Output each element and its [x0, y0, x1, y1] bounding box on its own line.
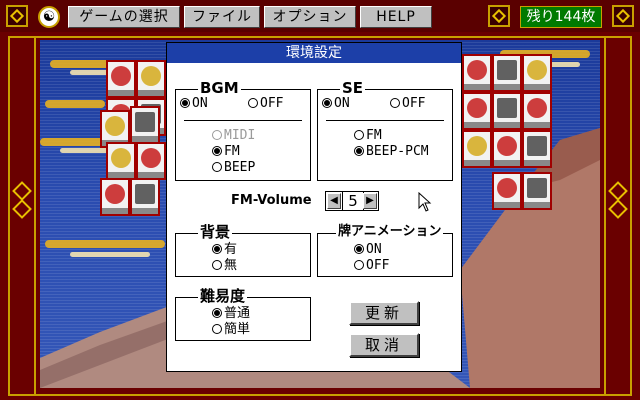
volume-decrease-button[interactable]: ◀ [327, 193, 341, 209]
se-beep-pcm-radio[interactable]: BEEP-PCM [354, 144, 429, 159]
frame-ornament-icon [608, 181, 628, 201]
tile-animation-off-radio[interactable]: OFF [354, 258, 389, 273]
hanafuda-tile[interactable] [462, 54, 492, 92]
se-off-radio[interactable]: OFF [390, 96, 425, 111]
mouse-cursor-icon [418, 192, 432, 212]
hanafuda-tile[interactable] [136, 60, 166, 98]
difficulty-label: 難易度 [198, 287, 248, 305]
background-label: 背景 [198, 223, 233, 241]
difficulty-normal-radio[interactable]: 普通 [212, 306, 250, 321]
hanafuda-tile[interactable] [522, 92, 552, 130]
hanafuda-tile[interactable] [462, 130, 492, 168]
frame-ornament-icon [12, 181, 32, 201]
cancel-button[interactable]: 取消 [349, 333, 419, 357]
menu-file[interactable]: ファイル [184, 6, 260, 28]
hanafuda-tile[interactable] [130, 106, 160, 144]
update-button[interactable]: 更新 [349, 301, 419, 325]
menu-bar: ☯ ゲームの選択 ファイル オプション HELP 残り144枚 [0, 0, 640, 32]
bgm-group: BGM ON OFF MIDI FM BEEP [175, 79, 311, 181]
menubar-ornament-icon [488, 5, 510, 27]
volume-increase-button[interactable]: ▶ [363, 193, 377, 209]
bgm-on-radio[interactable]: ON [180, 96, 208, 111]
frame-ornament-icon [12, 199, 32, 219]
fm-volume-label: FM-Volume [231, 193, 312, 208]
se-fm-radio[interactable]: FM [354, 128, 382, 143]
tile-animation-group: 牌アニメーション ON OFF [317, 223, 453, 277]
se-label: SE [340, 79, 366, 97]
difficulty-easy-radio[interactable]: 簡単 [212, 322, 250, 337]
yin-yang-icon[interactable]: ☯ [38, 6, 60, 28]
hanafuda-tile[interactable] [492, 54, 522, 92]
background-off-radio[interactable]: 無 [212, 258, 237, 273]
hanafuda-tile[interactable] [130, 178, 160, 216]
bgm-off-radio[interactable]: OFF [248, 96, 283, 111]
tile-animation-label: 牌アニメーション [336, 223, 444, 241]
corner-ornament-icon [6, 5, 28, 27]
fm-volume-value: 5 [342, 192, 364, 210]
hanafuda-tile[interactable] [100, 178, 130, 216]
hanafuda-tile[interactable] [492, 92, 522, 130]
menu-game-select[interactable]: ゲームの選択 [68, 6, 180, 28]
hanafuda-tile[interactable] [136, 142, 166, 180]
hanafuda-tile[interactable] [106, 60, 136, 98]
bgm-midi-radio: MIDI [212, 128, 255, 143]
hanafuda-tile[interactable] [492, 172, 522, 210]
hanafuda-tile[interactable] [522, 130, 552, 168]
tile-animation-on-radio[interactable]: ON [354, 242, 382, 257]
se-group: SE ON OFF FM BEEP-PCM [317, 79, 453, 181]
bgm-label: BGM [198, 79, 241, 97]
remaining-tiles-counter: 残り144枚 [520, 6, 602, 28]
hanafuda-tile[interactable] [522, 172, 552, 210]
background-on-radio[interactable]: 有 [212, 242, 237, 257]
dialog-title: 環境設定 [167, 43, 461, 63]
menu-options[interactable]: オプション [264, 6, 356, 28]
fm-volume-stepper: ◀ 5 ▶ [325, 191, 379, 211]
se-on-radio[interactable]: ON [322, 96, 350, 111]
bgm-fm-radio[interactable]: FM [212, 144, 240, 159]
background-group: 背景 有 無 [175, 223, 311, 277]
hanafuda-tile[interactable] [492, 130, 522, 168]
frame-ornament-icon [608, 199, 628, 219]
corner-ornament-icon [612, 5, 634, 27]
bgm-beep-radio[interactable]: BEEP [212, 160, 255, 175]
hanafuda-tile[interactable] [462, 92, 492, 130]
hanafuda-tile[interactable] [522, 54, 552, 92]
menu-help[interactable]: HELP [360, 6, 432, 28]
difficulty-group: 難易度 普通 簡単 [175, 287, 311, 341]
hanafuda-tile[interactable] [106, 142, 136, 180]
